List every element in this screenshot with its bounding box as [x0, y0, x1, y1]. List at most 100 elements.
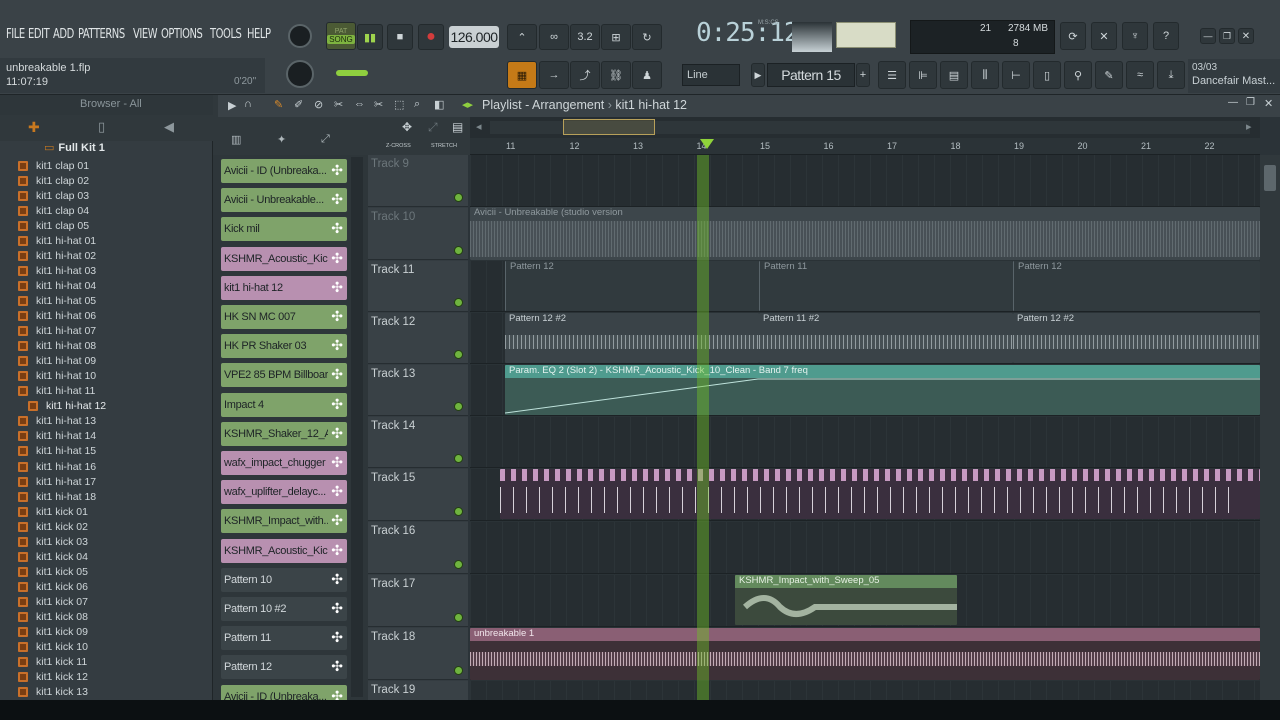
drag-handle-icon[interactable]: ✣ [331, 572, 343, 586]
pattern-selector[interactable]: Pattern 15 [767, 63, 855, 87]
browser-item[interactable]: kit1 hi-hat 03 [18, 263, 96, 278]
slide-icon[interactable]: ⤴ [570, 61, 600, 89]
picker-item[interactable]: KSHMR_Acoustic_Kic... ✣ [221, 538, 347, 563]
drag-handle-icon[interactable]: ✣ [331, 367, 343, 381]
track-mute-led-icon[interactable] [454, 454, 463, 463]
track-lane[interactable] [470, 522, 1260, 574]
track-header[interactable]: Track 11 [368, 261, 468, 312]
scroll-left-icon[interactable]: ◂ [476, 120, 482, 133]
delete-icon[interactable]: ⊘ [314, 98, 323, 111]
browser-item[interactable]: kit1 kick 07 [18, 594, 88, 609]
clip-track12a[interactable]: Pattern 12 #2 [505, 313, 759, 363]
clip-track11a[interactable]: Pattern 12 [505, 261, 759, 311]
playback-icon[interactable]: ◧ [434, 98, 444, 111]
track-header[interactable]: Track 14 [368, 417, 468, 468]
zoom-icon[interactable]: ⌕ [414, 98, 420, 111]
browser-item[interactable]: kit1 kick 02 [18, 519, 88, 534]
track-mute-led-icon[interactable] [454, 402, 463, 411]
audio-clip-icon[interactable]: ✦ [277, 133, 286, 146]
browser-item[interactable]: kit1 hi-hat 10 [18, 369, 96, 384]
track-header[interactable]: Track 12 [368, 313, 468, 364]
browser-item[interactable]: kit1 hi-hat 14 [18, 429, 96, 444]
track-header[interactable]: Track 16 [368, 522, 468, 574]
stretch-label[interactable]: STRETCH [431, 143, 457, 149]
stop-button[interactable]: ■ [387, 24, 413, 50]
picker-item[interactable]: HK PR Shaker 03 ✣ [221, 334, 347, 359]
playlist-overview[interactable]: ◂ ▸ [470, 117, 1260, 138]
select-icon[interactable]: ⬚ [394, 98, 404, 111]
record-button[interactable]: ● [418, 24, 444, 50]
browser-item[interactable]: kit1 clap 05 [18, 218, 89, 233]
download-icon[interactable]: ⤓ [1157, 61, 1185, 89]
menu-add[interactable]: ADD [53, 27, 74, 42]
track-header[interactable]: Track 17 [368, 575, 468, 627]
drag-handle-icon[interactable]: ✣ [331, 455, 343, 469]
track-mute-led-icon[interactable] [454, 560, 463, 569]
drag-handle-icon[interactable]: ✣ [331, 601, 343, 615]
browser-item[interactable]: kit1 hi-hat 12 [28, 399, 106, 414]
master-pitch-slider[interactable] [336, 70, 368, 76]
browser-item[interactable]: kit1 kick 01 [18, 504, 88, 519]
scroll-thumb[interactable] [1264, 165, 1276, 191]
browser-item[interactable]: kit1 clap 03 [18, 188, 89, 203]
drag-handle-icon[interactable]: ✣ [331, 338, 343, 352]
drag-handle-icon[interactable]: ✣ [331, 630, 343, 644]
browser-item[interactable]: kit1 hi-hat 15 [18, 444, 96, 459]
playlist-maximize-icon[interactable]: ❐ [1246, 97, 1255, 108]
drag-handle-icon[interactable]: ✣ [331, 163, 343, 177]
browser-item[interactable]: kit1 clap 04 [18, 203, 89, 218]
track-header[interactable]: Track 13 [368, 365, 468, 416]
menu-options[interactable]: OPTIONS [161, 27, 203, 42]
snap-selector[interactable]: Line [682, 64, 740, 86]
menu-edit[interactable]: EDIT [28, 27, 50, 42]
track-lane[interactable] [470, 155, 1260, 207]
playhead-marker-icon[interactable] [700, 139, 714, 149]
browser-item[interactable]: kit1 kick 10 [18, 640, 88, 655]
clip-track10[interactable]: Avicii - Unbreakable (studio version [470, 207, 1260, 260]
step-sequencer-icon[interactable]: ⊫ [909, 61, 937, 89]
menu-view[interactable]: VIEW [133, 27, 158, 42]
browser-item[interactable]: kit1 hi-hat 06 [18, 309, 96, 324]
drag-handle-icon[interactable]: ✣ [331, 513, 343, 527]
picker-item[interactable]: VPE2 85 BPM Billboar... ✣ [221, 363, 347, 388]
clip-track18[interactable]: unbreakable 1 [470, 628, 1260, 680]
track-header[interactable]: Track 9 [368, 155, 468, 207]
browser-item[interactable]: kit1 hi-hat 07 [18, 324, 96, 339]
browser-item[interactable]: kit1 hi-hat 02 [18, 248, 96, 263]
wait-input-icon[interactable]: ∞ [539, 24, 569, 50]
browser-item[interactable]: kit1 hi-hat 04 [18, 278, 96, 293]
pattern-prev-icon[interactable]: ▶ [751, 63, 765, 87]
refresh-icon[interactable]: ⟳ [1060, 22, 1086, 50]
add-pattern-icon[interactable]: + [856, 63, 870, 87]
loop-record-icon[interactable]: ↻ [632, 24, 662, 50]
track-header[interactable]: Track 15 [368, 469, 468, 521]
playlist-grid[interactable]: Avicii - Unbreakable (studio version Pat… [470, 155, 1260, 700]
drag-handle-icon[interactable]: ✣ [331, 280, 343, 294]
stamp-icon[interactable]: ♟ [632, 61, 662, 89]
picker-item[interactable]: wafx_uplifter_delayc... ✣ [221, 480, 347, 505]
playlist-close-icon[interactable]: ✕ [1264, 97, 1273, 110]
snap-track-icon[interactable]: ⤢ [428, 120, 438, 135]
file-icon[interactable]: ▯ [1033, 61, 1061, 89]
drag-handle-icon[interactable]: ✣ [331, 543, 343, 557]
menu-help[interactable]: HELP [247, 27, 271, 42]
maximize-icon[interactable]: ❐ [1219, 28, 1235, 44]
browser-item[interactable]: kit1 clap 01 [18, 158, 89, 173]
scroll-right-icon[interactable]: ▸ [1246, 120, 1252, 133]
playhead[interactable] [697, 155, 709, 700]
drag-handle-icon[interactable]: ✣ [331, 659, 343, 673]
track-mute-led-icon[interactable] [454, 507, 463, 516]
picker-item[interactable]: Pattern 10 #2 ✣ [221, 597, 347, 621]
zoom-vertical-icon[interactable]: ✥ [402, 120, 412, 134]
picker-item[interactable]: KSHMR_Shaker_12_A ✣ [221, 421, 347, 446]
tuning-fork-icon[interactable]: ✕ [1091, 22, 1117, 50]
browser-item[interactable]: kit1 kick 03 [18, 534, 88, 549]
browser-item[interactable]: kit1 hi-hat 08 [18, 339, 96, 354]
mute-icon[interactable]: ✂ [334, 98, 343, 111]
clip-track12c[interactable]: Pattern 12 #2 [1013, 313, 1260, 363]
microphone-icon[interactable]: ♆ [1122, 22, 1148, 50]
document-icon[interactable]: ▯ [98, 119, 105, 135]
browser-item[interactable]: kit1 kick 04 [18, 549, 88, 564]
minimize-icon[interactable]: — [1200, 28, 1216, 44]
slice-icon[interactable]: ✂ [374, 98, 383, 111]
